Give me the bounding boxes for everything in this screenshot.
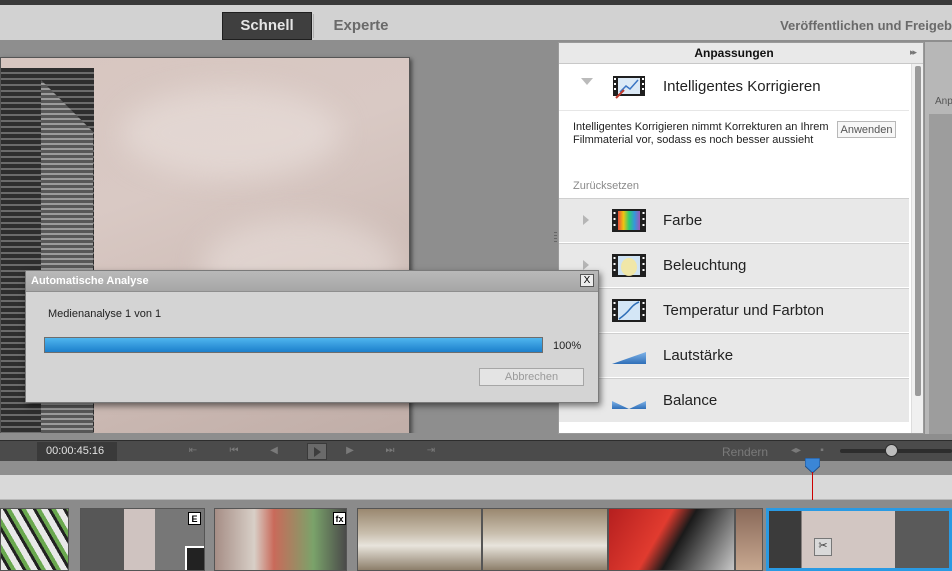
progress-bar — [44, 337, 543, 353]
adjustments-panel: Anpassungen ▸▸ Intelligentes Korrigieren… — [558, 42, 924, 434]
next-edit-icon[interactable]: ⏭ — [382, 444, 398, 458]
expand-arrow-icon[interactable] — [583, 260, 589, 270]
clip-fx-badge: fx — [333, 512, 346, 525]
timeline-clip[interactable] — [608, 508, 735, 571]
previous-edit-icon[interactable]: ⏮ — [226, 444, 242, 458]
timeline-clip[interactable] — [0, 508, 69, 571]
scissors-icon[interactable]: ✂ — [814, 538, 832, 556]
adjustment-item-volume[interactable]: Lautstärke — [559, 333, 909, 377]
progress-percent: 100% — [553, 340, 582, 352]
apply-button[interactable]: Anwenden — [837, 121, 896, 138]
cancel-button[interactable]: Abbrechen — [479, 368, 584, 386]
analysis-status: Medienanalyse 1 von 1 — [48, 308, 162, 320]
progress-fill — [45, 338, 542, 352]
adjustment-label: Balance — [663, 392, 718, 409]
adjustment-item-temperature[interactable]: Temperatur und Farbton — [559, 288, 909, 332]
timecode: 00:00:45:16 — [46, 445, 105, 457]
adjustment-label: Lautstärke — [663, 347, 734, 364]
clip-strip: E fx ✂ — [0, 500, 952, 571]
timeline-clip[interactable] — [735, 508, 763, 571]
dialog-title: Automatische Analyse — [31, 275, 149, 287]
balance-icon — [612, 401, 646, 409]
selected-timeline-clip[interactable]: ✂ — [766, 508, 952, 571]
smart-fix-icon — [613, 76, 645, 99]
smart-fix-description: Intelligentes Korrigieren nimmt Korrektu… — [573, 121, 829, 146]
zoom-slider-knob[interactable] — [885, 444, 899, 457]
adjustment-item-lighting[interactable]: Beleuchtung — [559, 243, 909, 287]
dialog-titlebar[interactable]: Automatische Analyse X — [26, 271, 598, 292]
mode-quick-button[interactable]: Schnell — [222, 12, 312, 40]
close-icon[interactable]: X — [580, 274, 594, 287]
render-button[interactable]: Rendern — [722, 445, 768, 459]
timeline-clip[interactable] — [482, 508, 608, 571]
lighting-filmstrip-icon — [612, 254, 646, 277]
mode-expert-button[interactable]: Experte — [316, 12, 406, 40]
clip-thumbnail-icon — [185, 546, 204, 570]
adjustment-label: Beleuchtung — [663, 257, 747, 274]
adjustments-header: Anpassungen ▸▸ — [559, 43, 923, 64]
color-filmstrip-icon — [612, 209, 646, 232]
timeline-clip[interactable]: fx — [214, 508, 347, 571]
fit-zoom-icon[interactable]: ◂▸ — [788, 444, 804, 458]
adjustment-item-color[interactable]: Farbe — [559, 198, 909, 242]
go-to-start-icon[interactable]: ⇤ — [185, 444, 201, 458]
smart-fix-row[interactable]: Intelligentes Korrigieren — [559, 64, 909, 111]
adjustment-item-balance[interactable]: Balance — [559, 378, 909, 422]
adjustment-label: Farbe — [663, 212, 703, 229]
step-back-icon[interactable]: ◀ — [266, 444, 282, 458]
panel-resize-grip[interactable] — [554, 232, 557, 244]
auto-analysis-dialog: Automatische Analyse X Medienanalyse 1 v… — [25, 270, 599, 403]
reset-link[interactable]: Zurücksetzen — [573, 180, 639, 192]
scrollbar-thumb[interactable] — [915, 66, 921, 396]
secondary-panel-content — [929, 114, 952, 434]
go-to-end-icon[interactable]: ⇥ — [423, 444, 439, 458]
volume-ramp-icon — [612, 352, 646, 364]
timeline-track[interactable] — [0, 475, 952, 500]
mode-divider — [313, 14, 314, 38]
temperature-curve-icon — [612, 299, 646, 322]
expand-arrow-icon[interactable] — [581, 78, 593, 85]
adjustments-scrollbar[interactable] — [911, 64, 923, 433]
sky-cloud — [121, 88, 341, 178]
clip-edit-badge: E — [188, 512, 201, 525]
timeline-clip[interactable]: E — [80, 508, 205, 571]
play-button[interactable] — [307, 443, 327, 460]
mode-bar: Schnell Experte Veröffentlichen und Frei… — [0, 0, 952, 40]
timeline-clip[interactable] — [357, 508, 482, 571]
smart-fix-label: Intelligentes Korrigieren — [663, 78, 821, 95]
adjustments-title: Anpassungen — [694, 46, 774, 60]
zoom-box-icon[interactable]: ▪ — [814, 444, 830, 458]
collapse-panel-icon[interactable]: ▸▸ — [910, 47, 917, 58]
step-forward-icon[interactable]: ▶ — [342, 444, 358, 458]
expand-arrow-icon[interactable] — [583, 215, 589, 225]
adjustment-label: Temperatur und Farbton — [663, 302, 824, 319]
secondary-panel: Anp — [925, 42, 952, 434]
publish-share-button[interactable]: Veröffentlichen und Freigeb — [740, 12, 952, 40]
secondary-panel-label: Anp — [935, 96, 952, 107]
